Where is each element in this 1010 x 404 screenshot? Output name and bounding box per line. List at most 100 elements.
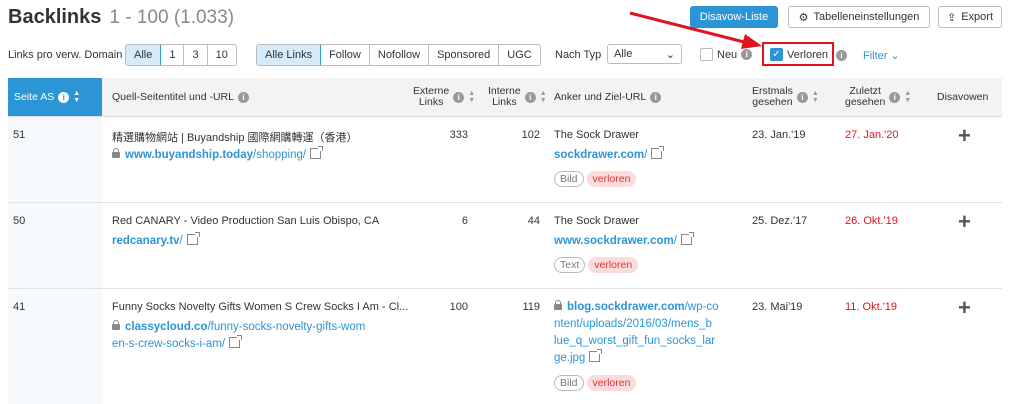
link-type-ugc[interactable]: UGC bbox=[499, 45, 540, 65]
first-seen-value: 23. Mai'19 bbox=[752, 301, 803, 313]
target-url-link[interactable]: www.sockdrawer.com/ bbox=[554, 232, 694, 250]
chevron-down-icon: ⌄ bbox=[890, 50, 900, 62]
target-url-link[interactable]: blog.sockdrawer.com/wp-co ntent/uploads/2… bbox=[554, 299, 718, 367]
add-disavow-icon[interactable]: + bbox=[958, 211, 971, 233]
source-url-link[interactable]: www.buyandship.today/shopping/ bbox=[112, 146, 324, 164]
result-range: 1 - 100 (1.033) bbox=[109, 7, 235, 28]
per-domain-segment: Alle 1 3 10 bbox=[125, 44, 237, 66]
first-seen-value: 25. Dez.'17 bbox=[752, 215, 808, 227]
lost-tag: verloren bbox=[588, 257, 639, 273]
filter-label: Filter bbox=[863, 50, 888, 62]
lost-tag: verloren bbox=[586, 375, 637, 391]
external-links-value: 6 bbox=[461, 215, 468, 227]
internal-links-value: 44 bbox=[527, 215, 540, 227]
lost-checkbox-box[interactable]: ✓ bbox=[770, 48, 783, 61]
external-link-icon[interactable] bbox=[589, 349, 603, 362]
table-row: 50 Red CANARY - Video Production San Lui… bbox=[8, 203, 1002, 289]
external-links-value: 333 bbox=[449, 129, 468, 141]
external-link-icon[interactable] bbox=[680, 232, 694, 245]
col-last-seen[interactable]: Zuletzt gesehen i ▲ ▼ bbox=[845, 78, 911, 116]
col-disavow: Disavowen bbox=[937, 78, 988, 116]
first-seen-value: 23. Jan.'19 bbox=[752, 129, 806, 141]
new-label: Neu bbox=[717, 48, 738, 61]
page-as-value: 51 bbox=[13, 129, 26, 141]
links-per-domain-label: Links pro verw. Domain bbox=[8, 49, 123, 61]
lost-checkbox[interactable]: ✓ Verloren bbox=[770, 48, 828, 61]
col-source-title[interactable]: Quell-Seitentitel und -URL i bbox=[112, 78, 249, 116]
by-type-select[interactable]: Alle ⌄ bbox=[607, 44, 682, 64]
link-type-nofollow[interactable]: Nofollow bbox=[369, 45, 430, 65]
add-disavow-icon[interactable]: + bbox=[958, 297, 971, 319]
col-first-seen-label: Erstmals gesehen bbox=[752, 85, 793, 108]
source-title: Funny Socks Novelty Gifts Women S Crew S… bbox=[112, 301, 409, 313]
source-url-link[interactable]: redcanary.tv/ bbox=[112, 232, 200, 250]
per-domain-option-all[interactable]: Alle bbox=[125, 45, 162, 65]
target-url-link[interactable]: sockdrawer.com/ bbox=[554, 146, 665, 164]
external-links-value: 100 bbox=[449, 301, 468, 313]
col-internal-label: Interne Links bbox=[488, 85, 521, 108]
anchor-text: The Sock Drawer bbox=[554, 129, 639, 141]
col-external-links[interactable]: Externe Links i ▲ ▼ bbox=[413, 78, 475, 116]
last-seen-value: 27. Jan.'20 bbox=[845, 129, 899, 141]
info-icon: i bbox=[650, 91, 662, 103]
col-page-as[interactable]: Seite AS i ▲ ▼ bbox=[8, 78, 102, 116]
sort-icon[interactable]: ▲ ▼ bbox=[812, 90, 819, 104]
export-button[interactable]: ⇪ Export bbox=[938, 6, 1002, 28]
external-link-icon[interactable] bbox=[310, 146, 324, 159]
col-last-seen-label: Zuletzt gesehen bbox=[845, 85, 886, 108]
sort-icon[interactable]: ▲ ▼ bbox=[904, 90, 911, 104]
lost-tag: verloren bbox=[586, 171, 637, 187]
info-icon: i bbox=[741, 49, 753, 60]
source-url-link[interactable]: classycloud.co/funny-socks-novelty-gifts… bbox=[112, 319, 365, 353]
link-type-all[interactable]: Alle Links bbox=[256, 45, 322, 65]
link-type-sponsored[interactable]: Sponsored bbox=[429, 45, 500, 65]
per-domain-option-1[interactable]: 1 bbox=[161, 45, 185, 65]
disavow-list-button[interactable]: Disavow-Liste bbox=[690, 6, 778, 28]
per-domain-option-3[interactable]: 3 bbox=[184, 45, 208, 65]
info-icon: i bbox=[889, 91, 901, 103]
info-icon: i bbox=[58, 91, 70, 103]
external-link-icon[interactable] bbox=[186, 232, 200, 245]
last-seen-value: 11. Okt.'19 bbox=[845, 301, 898, 313]
page-title: Backlinks 1 - 100 (1.033) bbox=[8, 6, 234, 29]
lock-icon bbox=[112, 148, 120, 158]
type-tag: Bild bbox=[554, 171, 584, 187]
col-external-label: Externe Links bbox=[413, 85, 450, 108]
new-checkbox-box[interactable] bbox=[700, 48, 713, 61]
table-settings-button[interactable]: ⚙ Tabelleneinstellungen bbox=[788, 6, 930, 28]
anchor-text: The Sock Drawer bbox=[554, 215, 639, 227]
table-settings-label: Tabelleneinstellungen bbox=[813, 11, 920, 23]
sort-icon[interactable]: ▲ ▼ bbox=[540, 90, 547, 104]
col-first-seen[interactable]: Erstmals gesehen i ▲ ▼ bbox=[752, 78, 819, 116]
sort-icon[interactable]: ▲ ▼ bbox=[468, 90, 475, 104]
per-domain-option-10[interactable]: 10 bbox=[207, 45, 236, 65]
external-link-icon[interactable] bbox=[229, 335, 243, 348]
info-icon: i bbox=[237, 91, 249, 103]
external-link-icon[interactable] bbox=[651, 146, 665, 159]
new-checkbox[interactable]: Neu i bbox=[700, 48, 753, 61]
filter-dropdown[interactable]: Filter ⌄ bbox=[863, 49, 900, 62]
info-icon: i bbox=[524, 91, 536, 103]
last-seen-value: 26. Okt.'19 bbox=[845, 215, 898, 227]
info-icon: i bbox=[453, 91, 465, 103]
sort-icon[interactable]: ▲ ▼ bbox=[73, 90, 80, 104]
link-type-segment: Alle Links Follow Nofollow Sponsored UGC bbox=[256, 44, 541, 66]
source-title: 精選購物網站 | Buyandship 國際網購轉運（香港） bbox=[112, 132, 358, 144]
internal-links-value: 119 bbox=[522, 301, 540, 313]
add-disavow-icon[interactable]: + bbox=[958, 125, 971, 147]
export-icon: ⇪ bbox=[946, 11, 957, 24]
link-type-follow[interactable]: Follow bbox=[321, 45, 370, 65]
table-row: 41 Funny Socks Novelty Gifts Women S Cre… bbox=[8, 289, 1002, 404]
type-tag: Text bbox=[554, 257, 586, 273]
gear-icon: ⚙ bbox=[798, 11, 809, 24]
chevron-down-icon: ⌄ bbox=[665, 48, 675, 61]
lock-icon bbox=[112, 320, 120, 330]
info-icon: i bbox=[796, 91, 808, 103]
col-anchor[interactable]: Anker und Ziel-URL i bbox=[554, 78, 662, 116]
col-anchor-label: Anker und Ziel-URL bbox=[554, 91, 647, 103]
by-type-label: Nach Typ bbox=[555, 49, 602, 61]
page-as-value: 41 bbox=[13, 301, 26, 313]
tags: Bild verloren bbox=[554, 171, 639, 187]
tags: Text verloren bbox=[554, 257, 641, 273]
col-internal-links[interactable]: Interne Links i ▲ ▼ bbox=[488, 78, 547, 116]
